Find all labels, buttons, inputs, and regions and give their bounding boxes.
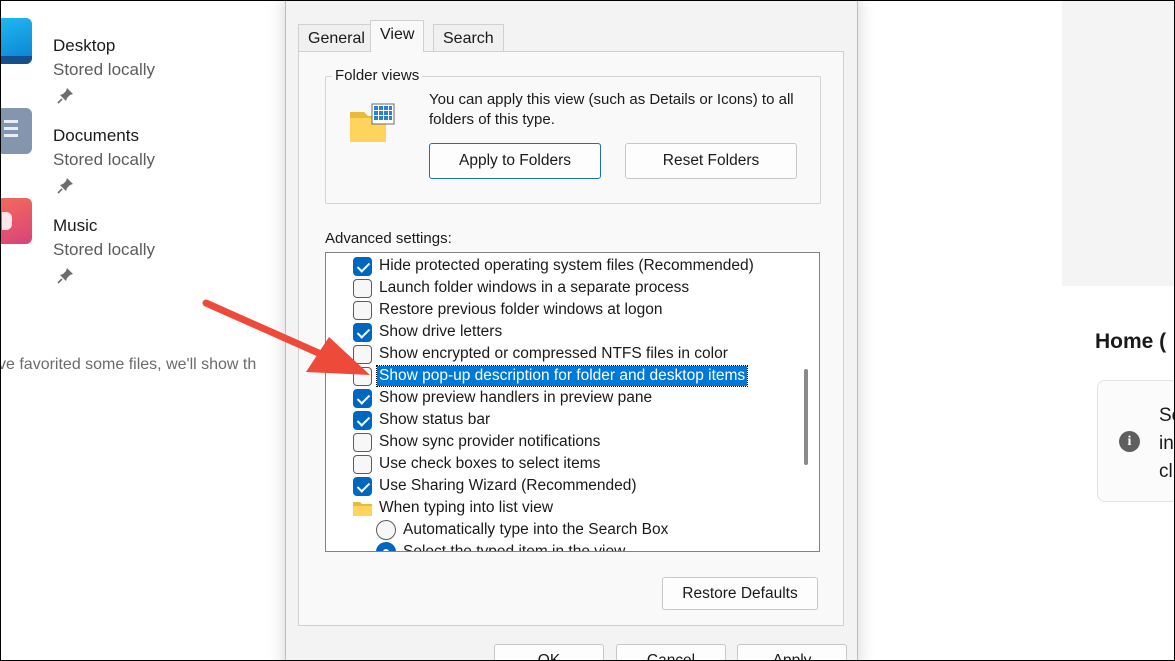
apply-button[interactable]: Apply bbox=[737, 644, 847, 661]
folder-views-icon bbox=[350, 103, 395, 142]
quick-access-desktop[interactable]: Desktop Stored locally bbox=[0, 10, 290, 104]
reset-folders-button[interactable]: Reset Folders bbox=[625, 143, 797, 179]
quick-access-documents[interactable]: Documents Stored locally bbox=[0, 100, 290, 194]
advanced-settings-scrollbar[interactable] bbox=[793, 253, 819, 551]
music-folder-icon bbox=[0, 198, 32, 244]
scrollbar-thumb[interactable] bbox=[804, 369, 808, 465]
advanced-setting-label: Show encrypted or compressed NTFS files … bbox=[379, 345, 728, 362]
quick-access-status: Stored locally bbox=[53, 60, 156, 79]
pin-icon[interactable] bbox=[57, 266, 75, 284]
tab-search[interactable]: Search bbox=[433, 24, 504, 51]
quick-access-title: Music bbox=[53, 216, 98, 235]
quick-access-music[interactable]: Music Stored locally bbox=[0, 190, 290, 284]
info-text-line: in bbox=[1159, 433, 1174, 454]
advanced-setting-label: Use check boxes to select items bbox=[379, 455, 601, 472]
cancel-button[interactable]: Cancel bbox=[616, 644, 726, 661]
advanced-setting-row[interactable]: Show status bar bbox=[353, 409, 819, 431]
advanced-setting-row[interactable]: Show encrypted or compressed NTFS files … bbox=[353, 343, 819, 365]
advanced-setting-row[interactable]: Show pop-up description for folder and d… bbox=[353, 365, 819, 387]
desktop-folder-icon bbox=[0, 18, 32, 64]
advanced-setting-label: Use Sharing Wizard (Recommended) bbox=[379, 477, 637, 494]
unchecked-checkbox[interactable] bbox=[353, 454, 372, 474]
info-text-line: Se bbox=[1159, 405, 1175, 426]
advanced-setting-label: Automatically type into the Search Box bbox=[403, 521, 669, 538]
advanced-setting-row[interactable]: Show sync provider notifications bbox=[353, 431, 819, 453]
advanced-setting-row[interactable]: Show preview handlers in preview pane bbox=[353, 387, 819, 409]
info-icon: i bbox=[1119, 431, 1140, 452]
advanced-setting-row[interactable]: Restore previous folder windows at logon bbox=[353, 299, 819, 321]
folder-views-description: You can apply this view (such as Details… bbox=[429, 91, 794, 128]
annotation-arrow-icon bbox=[202, 299, 370, 375]
advanced-setting-row[interactable]: Show drive letters bbox=[353, 321, 819, 343]
advanced-settings-list[interactable]: Hide protected operating system files (R… bbox=[325, 252, 820, 552]
ok-button[interactable]: OK bbox=[494, 644, 604, 661]
checked-checkbox[interactable] bbox=[353, 476, 372, 496]
advanced-setting-row[interactable]: Use Sharing Wizard (Recommended) bbox=[353, 475, 819, 497]
apply-to-folders-button[interactable]: Apply to Folders bbox=[429, 143, 601, 179]
folder-views-legend: Folder views bbox=[332, 67, 423, 84]
advanced-setting-label: Show preview handlers in preview pane bbox=[379, 389, 653, 406]
unchecked-checkbox[interactable] bbox=[353, 432, 372, 452]
folder-views-group: Folder views You can apply this view (su… bbox=[325, 67, 821, 204]
tab-view[interactable]: View bbox=[370, 20, 425, 52]
advanced-setting-label: Show sync provider notifications bbox=[379, 433, 601, 450]
tab-general[interactable]: General bbox=[298, 24, 375, 51]
advanced-setting-row[interactable]: Launch folder windows in a separate proc… bbox=[353, 277, 819, 299]
quick-access-title: Documents bbox=[53, 126, 139, 145]
folder-icon bbox=[353, 501, 372, 516]
advanced-setting-row[interactable]: Select the typed item in the view bbox=[376, 541, 819, 552]
preview-panel bbox=[1062, 0, 1175, 286]
advanced-setting-row[interactable]: When typing into list view bbox=[353, 497, 819, 519]
advanced-setting-label: Show drive letters bbox=[379, 323, 503, 340]
checked-checkbox[interactable] bbox=[353, 410, 372, 430]
advanced-setting-label: Select the typed item in the view bbox=[403, 543, 626, 552]
advanced-setting-label: Show status bar bbox=[379, 411, 491, 428]
dialog-button-row: OK Cancel Apply bbox=[286, 632, 859, 661]
quick-access-title: Desktop bbox=[53, 36, 116, 55]
advanced-setting-label: When typing into list view bbox=[379, 499, 554, 516]
quick-access-status: Stored locally bbox=[53, 240, 156, 259]
restore-defaults-button[interactable]: Restore Defaults bbox=[662, 577, 818, 610]
info-text-line: cl bbox=[1159, 461, 1173, 482]
advanced-setting-label: Show pop-up description for folder and d… bbox=[375, 365, 749, 387]
advanced-setting-label: Hide protected operating system files (R… bbox=[379, 257, 754, 274]
checked-checkbox[interactable] bbox=[353, 388, 372, 408]
selected-radio[interactable] bbox=[376, 542, 396, 551]
advanced-settings-label: Advanced settings: bbox=[325, 230, 452, 247]
radio-button[interactable] bbox=[376, 520, 396, 540]
documents-folder-icon bbox=[0, 108, 32, 154]
advanced-setting-row[interactable]: Automatically type into the Search Box bbox=[376, 519, 819, 541]
home-heading: Home ( bbox=[1095, 330, 1167, 353]
advanced-setting-row[interactable]: Use check boxes to select items bbox=[353, 453, 819, 475]
advanced-setting-row[interactable]: Hide protected operating system files (R… bbox=[353, 255, 819, 277]
view-tab-panel: Folder views You can apply this view (su… bbox=[298, 51, 844, 626]
advanced-setting-label: Launch folder windows in a separate proc… bbox=[379, 279, 690, 296]
info-card: i Se in cl bbox=[1097, 380, 1175, 502]
quick-access-status: Stored locally bbox=[53, 150, 156, 169]
checked-checkbox[interactable] bbox=[353, 256, 372, 276]
advanced-setting-label: Restore previous folder windows at logon bbox=[379, 301, 663, 318]
